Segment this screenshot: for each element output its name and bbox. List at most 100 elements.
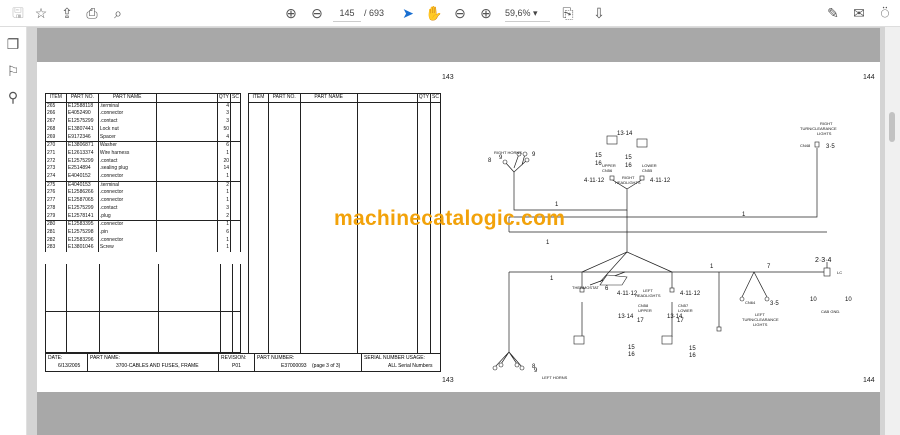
cell-item: 269: [45, 133, 67, 142]
label-16b: 16: [625, 163, 632, 169]
label-9: 9: [499, 155, 503, 161]
table-row: 280 E12583395 .connector 1: [45, 220, 241, 229]
table-row: 270 E13806871 Washer 6: [45, 141, 241, 150]
page-of: (page 3 of 3): [312, 363, 341, 369]
cell-part-name: Spacer: [97, 133, 157, 142]
cell-part-name: Wire harness: [97, 149, 157, 158]
revision-value: P01: [232, 363, 241, 369]
bookmarks-icon[interactable]: ⚐: [4, 62, 22, 80]
cell-sc: [230, 236, 241, 245]
label-left-headlights-2: HEADLIGHTS: [635, 293, 661, 298]
hand-icon[interactable]: ✋: [425, 4, 443, 22]
cell-item: 278: [45, 204, 67, 213]
page-number-input[interactable]: 145: [333, 5, 361, 22]
cell-qty: 1: [216, 244, 232, 253]
label-13-14: 13·14: [617, 131, 633, 137]
label-13-14b: 13·14: [618, 314, 634, 320]
table-row: 273 E2514894 .sealing plug 14: [45, 165, 241, 174]
page-total: / 693: [364, 8, 385, 18]
cell-blank: [155, 125, 218, 134]
title-block: DATE: 6/13/2005 PART NAME: 3700-CABLES AND…: [45, 353, 441, 372]
label-10b: 10: [845, 297, 852, 303]
table-row: 275 E4040153 .terminal 2: [45, 181, 241, 190]
label-15b: 15: [625, 155, 632, 161]
cell-part-no: E4052490: [65, 110, 99, 119]
cell-part-no: E12587065: [65, 197, 99, 205]
vertical-scrollbar[interactable]: [885, 27, 900, 435]
find-icon[interactable]: ⌕: [109, 4, 127, 22]
next-page-icon[interactable]: ⊖: [308, 4, 326, 22]
table-row: 265 E12588118 .terminal 4: [45, 102, 241, 111]
label-right-turn-3: LIGHTS: [817, 131, 832, 136]
cell-qty: 3: [216, 204, 232, 213]
col-item: ITEM: [45, 93, 67, 103]
label-15d: 15: [689, 346, 696, 352]
part-number-label: PART NUMBER:: [257, 355, 295, 361]
cell-part-name: .sealing plug: [97, 165, 157, 174]
cell-part-no: E12613374: [65, 149, 99, 158]
table-row: 276 E12586266 .connector 1: [45, 189, 241, 198]
cell-part-name: .pin: [97, 228, 157, 237]
zoom-select[interactable]: 59,6% ▾: [505, 5, 550, 22]
cell-qty: 6: [216, 141, 232, 150]
bookmark-star-icon[interactable]: ☆: [32, 4, 50, 22]
account-icon[interactable]: ⍥: [876, 4, 894, 22]
date-label: DATE:: [48, 355, 63, 361]
prev-page-icon[interactable]: ⊕: [282, 4, 300, 22]
cell-part-no: E2514894: [65, 165, 99, 174]
cell-part-no: E12575299: [65, 157, 99, 166]
part-name-label: PART NAME:: [90, 355, 121, 361]
col-item: ITEM: [248, 93, 269, 103]
cell-qty: 1: [216, 189, 232, 198]
cell-item: 280: [45, 220, 67, 229]
table-row: 283 E13801046 Screw 1: [45, 244, 241, 253]
col-part-name: PART NAME: [97, 93, 157, 103]
serial-value: ALL Serial Numbers: [388, 363, 433, 369]
date-value: 6/13/2005: [58, 363, 81, 369]
col-blank: [155, 93, 218, 103]
cell-blank: [155, 149, 218, 158]
scrollbar-thumb[interactable]: [889, 112, 895, 142]
cell-blank: [155, 141, 218, 150]
cell-qty: 1: [216, 236, 232, 245]
label-upper2: UPPER: [638, 308, 652, 313]
cell-part-name: Lock nut: [97, 125, 157, 134]
components: [492, 135, 831, 371]
cell-sc: [230, 149, 241, 158]
label-17: 17: [637, 318, 644, 324]
cell-qty: 1: [216, 220, 232, 229]
zoom-out-icon[interactable]: ⊖: [451, 4, 469, 22]
fit-page-icon[interactable]: ⎘: [559, 4, 577, 22]
page-number-bottom-left: 143: [442, 377, 454, 384]
label-lc: LC: [837, 270, 842, 275]
part-number-value: E37000093: [281, 363, 307, 369]
cell-blank: [155, 212, 218, 221]
email-icon[interactable]: ✉: [850, 4, 868, 22]
col-sc: SC: [230, 93, 241, 103]
cell-qty: 4: [216, 102, 232, 111]
col-blank: [356, 93, 418, 103]
select-cursor-icon[interactable]: ➤: [399, 4, 417, 22]
cell-blank: [155, 228, 218, 237]
cell-sc: [230, 197, 241, 205]
cell-part-name: Washer: [97, 141, 157, 150]
cell-part-no: E13801046: [65, 244, 99, 253]
save-icon[interactable]: 🖫: [9, 4, 27, 22]
print-icon[interactable]: ⎙: [83, 4, 101, 22]
cell-blank: [155, 220, 218, 229]
sign-icon[interactable]: ✎: [824, 4, 842, 22]
pages-icon[interactable]: ❐: [4, 35, 22, 53]
table-row: 266 E4052490 .connector 3: [45, 110, 241, 119]
cell-part-no: E12588118: [65, 102, 99, 111]
cell-qty: 1: [216, 173, 232, 182]
table-row: 272 E12575299 .contact 20: [45, 157, 241, 166]
cell-part-name: .contact: [97, 118, 157, 126]
upload-icon[interactable]: ⇪: [58, 4, 76, 22]
zoom-in-icon[interactable]: ⊕: [477, 4, 495, 22]
cell-item: 268: [45, 125, 67, 134]
label-1c: 1: [546, 240, 550, 246]
attachments-icon[interactable]: ⚲: [4, 88, 22, 106]
cell-part-no: E13806871: [65, 141, 99, 150]
cell-part-no: E4040152: [65, 173, 99, 182]
scroll-mode-icon[interactable]: ⇩: [590, 4, 608, 22]
